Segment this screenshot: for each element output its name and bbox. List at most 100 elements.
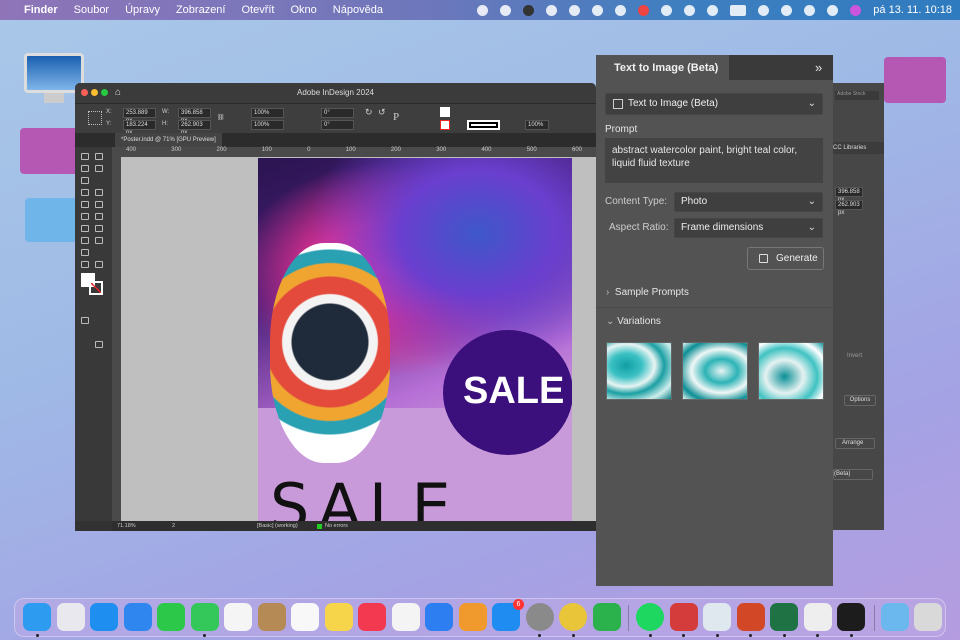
dock-reminders-icon[interactable]	[291, 603, 319, 631]
camera-icon[interactable]	[523, 4, 535, 16]
malwarebytes-icon[interactable]	[500, 4, 512, 16]
rectangle-frame-tool-icon[interactable]	[81, 213, 89, 220]
stock-search-input[interactable]: Adobe Stock	[835, 91, 879, 100]
close-window-button[interactable]	[81, 89, 88, 96]
rotate-cw-icon[interactable]: ↻	[365, 107, 373, 118]
hand-tool-icon[interactable]	[81, 261, 89, 268]
menu-zobrazeni[interactable]: Zobrazení	[176, 4, 226, 16]
normal-view-icon[interactable]	[81, 317, 89, 324]
dock-mail-icon[interactable]	[123, 603, 152, 631]
stroke-style[interactable]	[467, 120, 500, 130]
gradient-tool-icon[interactable]	[81, 237, 89, 244]
desktop-folder-icon[interactable]	[25, 198, 80, 242]
rotate-ccw-icon[interactable]: ↺	[378, 107, 386, 118]
clock[interactable]: pá 13. 11. 10:18	[873, 4, 952, 16]
note-tool-icon[interactable]	[95, 237, 103, 244]
preflight-profile[interactable]: [Basic] (working)	[257, 521, 298, 531]
fill-swatch[interactable]	[440, 107, 450, 117]
dock-facetime-icon[interactable]	[157, 603, 185, 631]
pen-tool-icon[interactable]	[81, 201, 89, 208]
pencil-tool-icon[interactable]	[95, 201, 103, 208]
text-icon[interactable]: P	[393, 111, 399, 123]
type-tool-icon[interactable]	[81, 189, 89, 196]
battery-icon[interactable]	[730, 4, 747, 16]
dock-excel-icon[interactable]	[770, 603, 798, 631]
opacity-field[interactable]: 100%	[525, 120, 549, 130]
rotate-field[interactable]: 0°	[321, 108, 354, 118]
dock-finder-icon[interactable]	[23, 603, 51, 631]
zoom-level[interactable]: 71.18%	[117, 521, 136, 531]
dock-music-icon[interactable]	[358, 603, 386, 631]
variation-thumbnail-2[interactable]	[682, 342, 748, 400]
eyedropper-tool-icon[interactable]	[81, 249, 89, 256]
generate-button[interactable]: Generate	[747, 247, 824, 270]
dock-system-preferences-icon[interactable]	[525, 603, 554, 631]
h-field[interactable]: 262.903 px	[835, 200, 863, 216]
horizontal-ruler[interactable]: 400 300 200 100 0 100 200 300 400 500 600	[112, 147, 596, 157]
poster-page[interactable]: SALE SALE	[258, 158, 572, 522]
dock-terminal-icon[interactable]	[837, 603, 865, 631]
page-tool-icon[interactable]	[81, 165, 89, 172]
gap-tool-icon[interactable]	[95, 165, 103, 172]
direct-selection-tool-icon[interactable]	[95, 153, 103, 160]
stroke-color-icon[interactable]	[89, 281, 103, 295]
shear-field[interactable]: 0°	[321, 120, 354, 130]
preflight-errors[interactable]: No errors	[325, 521, 348, 531]
variations-section[interactable]: ⌄ Variations	[606, 316, 826, 327]
options-button[interactable]: Options	[844, 395, 876, 406]
link-icon[interactable]: ⛓	[217, 114, 225, 121]
menu-okno[interactable]: Okno	[291, 4, 317, 16]
invert-label[interactable]: Invert	[847, 353, 862, 359]
dock-feedly-icon[interactable]	[592, 603, 621, 631]
parallels-icon[interactable]	[638, 4, 650, 16]
dock-safari-icon[interactable]	[90, 603, 118, 631]
h-field[interactable]: 262.903 px	[178, 120, 211, 136]
sample-prompts-section[interactable]: › Sample Prompts	[606, 287, 826, 298]
document-tab[interactable]: *Poster.indd @ 71% [GPU Preview]	[115, 133, 222, 147]
play-icon[interactable]	[684, 4, 696, 16]
rectangle-tool-icon[interactable]	[95, 213, 103, 220]
dropbox-icon[interactable]	[477, 4, 489, 16]
cloud-icon[interactable]	[592, 4, 604, 16]
dock-spotify-icon[interactable]	[636, 603, 664, 631]
stroke-swatch[interactable]	[440, 120, 450, 130]
variation-thumbnail-1[interactable]	[606, 342, 672, 400]
zoom-tool-icon[interactable]	[95, 261, 103, 268]
menu-otevrit[interactable]: Otevřít	[241, 4, 274, 16]
line-tool-icon[interactable]	[95, 189, 103, 196]
dock-launchpad-icon[interactable]	[56, 603, 85, 631]
beta-button[interactable]: (Beta)	[833, 469, 873, 480]
dock-notes-icon[interactable]	[324, 603, 353, 631]
desktop-folder-icon[interactable]	[20, 128, 80, 174]
menu-napoveda[interactable]: Nápověda	[333, 4, 383, 16]
user-icon[interactable]	[781, 4, 793, 16]
w-field[interactable]: 396.858 px	[178, 108, 211, 124]
mode-dropdown[interactable]: Text to Image (Beta) ⌄	[605, 93, 823, 115]
dock-downloads-folder-icon[interactable]	[880, 603, 909, 631]
sale-heading[interactable]: SALE	[270, 470, 459, 522]
dock-preview-icon[interactable]	[703, 603, 731, 631]
signature-icon[interactable]	[661, 4, 673, 16]
variation-thumbnail-3[interactable]	[758, 342, 824, 400]
sale-circle-text[interactable]: SALE	[463, 370, 564, 413]
scale-y-field[interactable]: 100%	[251, 120, 284, 130]
dock-signature-icon[interactable]	[803, 603, 832, 631]
minimize-window-button[interactable]	[91, 89, 98, 96]
sneaker-sticker[interactable]	[270, 243, 390, 463]
dock-pages-icon[interactable]	[458, 603, 487, 631]
aspect-ratio-dropdown[interactable]: Frame dimensions ⌄	[674, 218, 823, 238]
siri-icon[interactable]	[850, 4, 862, 16]
panel-collapse-icon[interactable]: »	[815, 60, 822, 75]
x-field[interactable]: 253.889 px	[123, 108, 156, 124]
grid-icon[interactable]	[615, 4, 627, 16]
transform-tool-icon[interactable]	[95, 225, 103, 232]
shield-icon[interactable]	[569, 4, 581, 16]
dock-keynote-icon[interactable]	[425, 603, 453, 631]
selection-tool-icon[interactable]	[81, 153, 89, 160]
wifi-icon[interactable]	[758, 4, 770, 16]
content-collector-icon[interactable]	[81, 177, 89, 184]
dock-contacts-icon[interactable]	[257, 603, 286, 631]
bluetooth-icon[interactable]	[707, 4, 719, 16]
desktop-folder-icon[interactable]	[884, 57, 946, 103]
menu-upravy[interactable]: Úpravy	[125, 4, 160, 16]
